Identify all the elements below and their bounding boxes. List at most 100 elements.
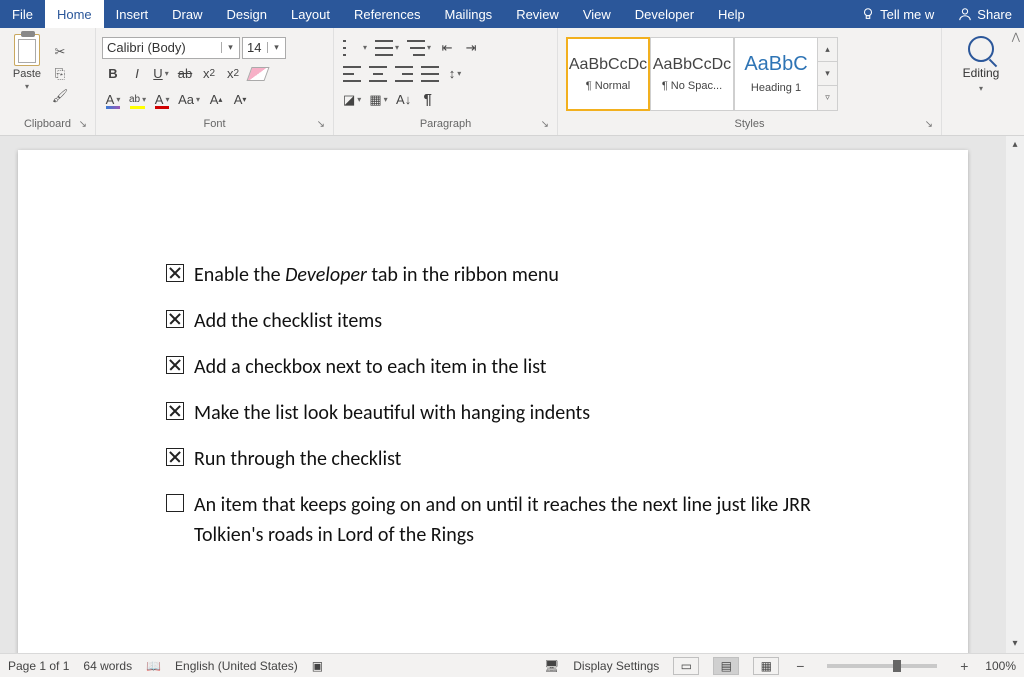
strikethrough-button[interactable]: ab: [174, 63, 196, 85]
sort-button[interactable]: A↓: [393, 89, 415, 111]
line-spacing-button[interactable]: ↕: [444, 63, 466, 85]
tab-file[interactable]: File: [0, 0, 45, 28]
view-read-button[interactable]: ▭: [673, 657, 699, 675]
status-page[interactable]: Page 1 of 1: [8, 659, 69, 673]
tab-review[interactable]: Review: [504, 0, 571, 28]
view-web-button[interactable]: ▦: [753, 657, 779, 675]
gallery-more-icon[interactable]: ▿: [818, 85, 837, 109]
shrink-font-button[interactable]: A▾: [229, 89, 251, 111]
zoom-slider[interactable]: [827, 664, 937, 668]
list-item-text[interactable]: An item that keeps going on and on until…: [194, 490, 858, 550]
underline-button[interactable]: U: [150, 63, 172, 85]
list-item-text[interactable]: Make the list look beautiful with hangin…: [194, 398, 858, 428]
borders-button[interactable]: ▦: [366, 89, 390, 111]
style-normal-label: ¶ Normal: [586, 80, 630, 92]
macro-icon[interactable]: ▣: [312, 659, 323, 673]
style-heading1[interactable]: AaBbC Heading 1: [734, 37, 818, 111]
spellcheck-icon[interactable]: 📖: [146, 659, 161, 673]
tab-home[interactable]: Home: [45, 0, 104, 28]
scroll-up-icon[interactable]: ▴: [1006, 136, 1024, 154]
format-painter-button[interactable]: 🖌: [50, 86, 70, 106]
list-item-text[interactable]: Enable the Developer tab in the ribbon m…: [194, 260, 858, 290]
paragraph-group-label: Paragraph: [420, 118, 471, 130]
zoom-out-button[interactable]: −: [793, 658, 807, 674]
list-item: Enable the Developer tab in the ribbon m…: [166, 260, 858, 290]
checkbox-icon[interactable]: [166, 310, 184, 328]
font-color-button[interactable]: A: [151, 89, 173, 111]
list-item-text[interactable]: Add the checklist items: [194, 306, 858, 336]
style-no-spacing[interactable]: AaBbCcDc ¶ No Spac...: [650, 37, 734, 111]
superscript-button[interactable]: x2: [222, 63, 244, 85]
text-effects-button[interactable]: A: [102, 89, 124, 111]
paragraph-launcher-icon[interactable]: ↘: [541, 119, 549, 130]
subscript-button[interactable]: x2: [198, 63, 220, 85]
styles-launcher-icon[interactable]: ↘: [925, 119, 933, 130]
tab-help[interactable]: Help: [706, 0, 757, 28]
display-settings-icon[interactable]: 🖥: [544, 659, 559, 673]
share-button[interactable]: Share: [946, 0, 1024, 28]
status-words[interactable]: 64 words: [83, 659, 132, 673]
editing-button[interactable]: Editing ▾: [948, 32, 1014, 115]
paste-button[interactable]: Paste ▾: [6, 32, 48, 115]
group-clipboard: Paste ▾ ✂ ⎘ 🖌 Clipboard ↘: [0, 28, 96, 135]
checkbox-icon[interactable]: [166, 448, 184, 466]
zoom-value[interactable]: 100%: [985, 659, 1016, 673]
tab-insert[interactable]: Insert: [104, 0, 161, 28]
view-print-button[interactable]: ▤: [713, 657, 739, 675]
clear-formatting-button[interactable]: [246, 63, 270, 85]
copy-button[interactable]: ⎘: [50, 64, 70, 84]
tab-view[interactable]: View: [571, 0, 623, 28]
justify-button[interactable]: [418, 63, 442, 85]
style-normal[interactable]: AaBbCcDc ¶ Normal: [566, 37, 650, 111]
tab-draw[interactable]: Draw: [160, 0, 214, 28]
checkbox-icon[interactable]: [166, 494, 184, 512]
decrease-indent-button[interactable]: ⇤: [436, 37, 458, 59]
status-language[interactable]: English (United States): [175, 659, 298, 673]
bullets-button[interactable]: [340, 37, 370, 59]
checkbox-icon[interactable]: [166, 264, 184, 282]
zoom-in-button[interactable]: +: [957, 658, 971, 674]
vertical-scrollbar[interactable]: ▴ ▾: [1006, 136, 1024, 653]
gallery-down-icon[interactable]: ▾: [818, 61, 837, 85]
multilevel-list-button[interactable]: [404, 37, 434, 59]
align-left-button[interactable]: [340, 63, 364, 85]
clipboard-group-label: Clipboard: [24, 118, 71, 130]
status-display[interactable]: Display Settings: [573, 659, 659, 673]
menu-bar: FileHomeInsertDrawDesignLayoutReferences…: [0, 0, 1024, 28]
bold-button[interactable]: B: [102, 63, 124, 85]
tab-mailings[interactable]: Mailings: [433, 0, 505, 28]
font-launcher-icon[interactable]: ↘: [317, 119, 325, 130]
grow-font-button[interactable]: A▴: [205, 89, 227, 111]
clipboard-launcher-icon[interactable]: ↘: [79, 119, 87, 130]
checkbox-icon[interactable]: [166, 356, 184, 374]
gallery-up-icon[interactable]: ▴: [818, 38, 837, 61]
font-family-combo[interactable]: Calibri (Body)▾: [102, 37, 240, 59]
page: Enable the Developer tab in the ribbon m…: [18, 150, 968, 653]
tab-references[interactable]: References: [342, 0, 432, 28]
share-label: Share: [977, 7, 1012, 22]
list-item-text[interactable]: Add a checkbox next to each item in the …: [194, 352, 858, 382]
increase-indent-button[interactable]: ⇥: [460, 37, 482, 59]
align-right-button[interactable]: [392, 63, 416, 85]
show-marks-button[interactable]: ¶: [417, 89, 439, 111]
collapse-ribbon-icon[interactable]: ⋀: [1012, 32, 1020, 43]
document-area[interactable]: Enable the Developer tab in the ribbon m…: [0, 136, 1006, 653]
shading-button[interactable]: ◪: [340, 89, 364, 111]
italic-button[interactable]: I: [126, 63, 148, 85]
editing-label: Editing: [963, 66, 1000, 80]
font-size-combo[interactable]: 14▾: [242, 37, 286, 59]
align-center-button[interactable]: [366, 63, 390, 85]
tab-layout[interactable]: Layout: [279, 0, 342, 28]
tell-me[interactable]: Tell me w: [849, 0, 946, 28]
change-case-button[interactable]: Aa: [175, 89, 203, 111]
tab-developer[interactable]: Developer: [623, 0, 706, 28]
scroll-down-icon[interactable]: ▾: [1006, 635, 1024, 653]
checkbox-icon[interactable]: [166, 402, 184, 420]
find-icon: [968, 36, 994, 62]
numbering-button[interactable]: [372, 37, 402, 59]
highlight-color-button[interactable]: ab: [126, 89, 149, 111]
group-editing: Editing ▾: [942, 28, 1024, 135]
tab-design[interactable]: Design: [215, 0, 279, 28]
list-item-text[interactable]: Run through the checklist: [194, 444, 858, 474]
cut-button[interactable]: ✂: [50, 42, 70, 62]
